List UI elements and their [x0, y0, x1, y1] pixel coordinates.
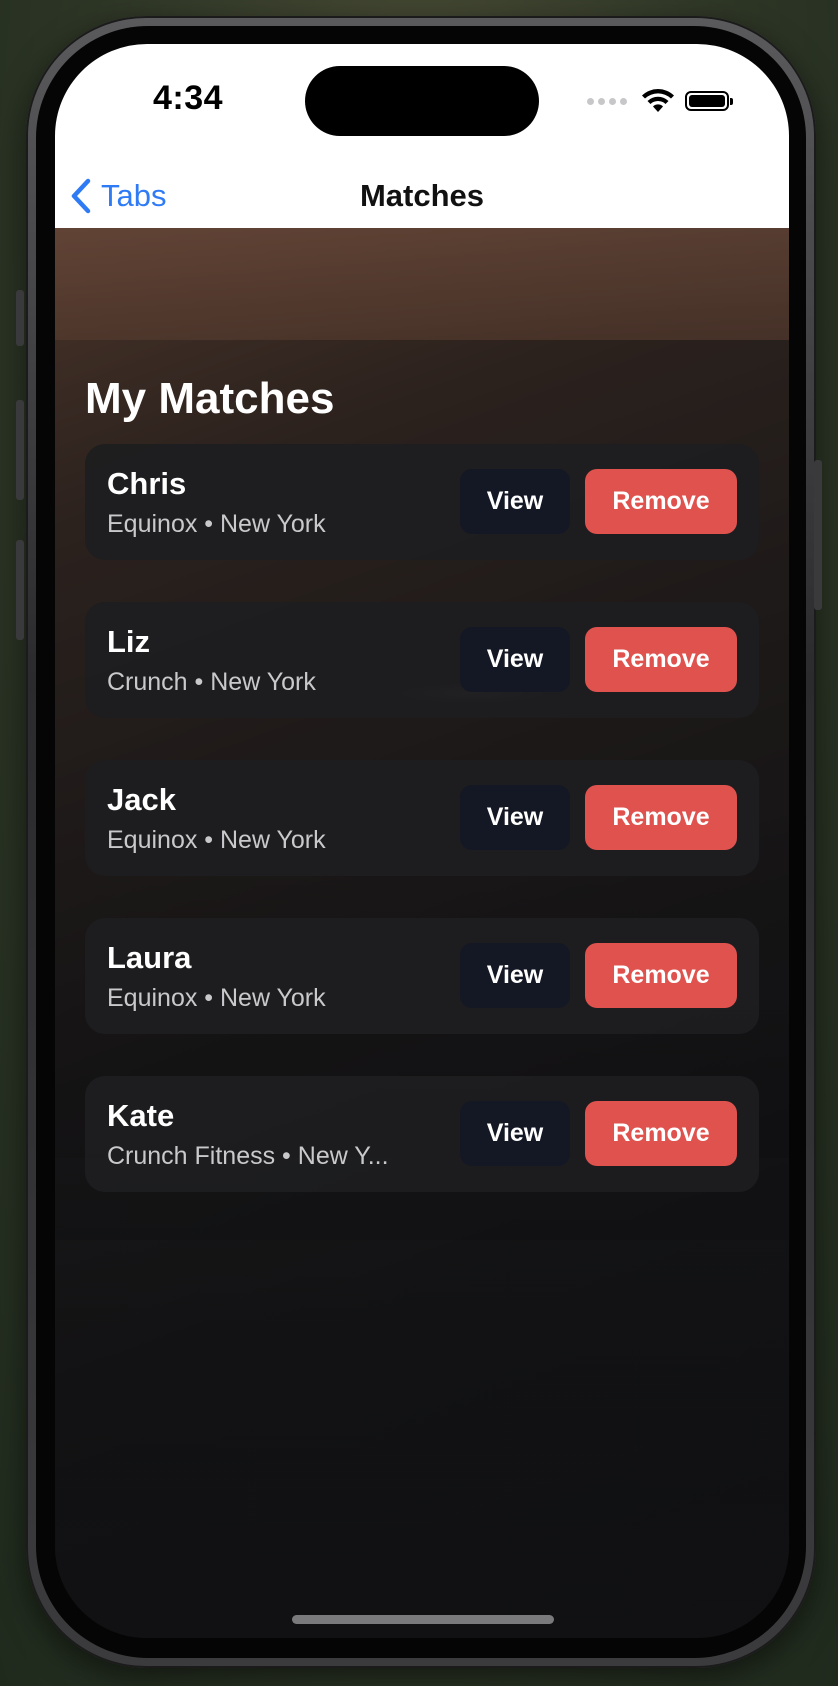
side-button-action: [16, 290, 24, 346]
match-card: Kate Crunch Fitness • New Y... View Remo…: [85, 1076, 759, 1192]
match-name: Chris: [107, 466, 187, 501]
status-time: 4:34: [153, 79, 224, 117]
match-name: Laura: [107, 940, 192, 975]
view-button[interactable]: View: [460, 785, 570, 850]
background-photo-beam: [55, 228, 789, 340]
match-card: Chris Equinox • New York View Remove: [85, 444, 759, 560]
side-button-volume-up: [16, 400, 24, 500]
view-button[interactable]: View: [460, 1101, 570, 1166]
back-button-label: Tabs: [101, 178, 167, 213]
side-button-volume-down: [16, 540, 24, 640]
view-button[interactable]: View: [460, 943, 570, 1008]
section-title: My Matches: [85, 374, 335, 423]
phone-screen: 4:34 Tabs Matches My Matches Chris Equin…: [55, 44, 789, 1638]
chevron-left-icon: [71, 178, 91, 214]
match-card: Laura Equinox • New York View Remove: [85, 918, 759, 1034]
home-indicator[interactable]: [292, 1615, 554, 1624]
side-button-power: [814, 460, 822, 610]
match-card: Jack Equinox • New York View Remove: [85, 760, 759, 876]
match-name: Liz: [107, 624, 151, 659]
cellular-signal-icon: [587, 97, 627, 105]
view-button[interactable]: View: [460, 627, 570, 692]
back-button[interactable]: Tabs: [69, 164, 166, 228]
wifi-icon: [642, 89, 674, 112]
status-icons: [587, 88, 733, 114]
remove-button[interactable]: Remove: [585, 785, 737, 850]
battery-icon: [685, 91, 733, 111]
remove-button[interactable]: Remove: [585, 943, 737, 1008]
match-gym-location: Crunch • New York: [107, 668, 316, 696]
match-card: Liz Crunch • New York View Remove: [85, 602, 759, 718]
match-gym-location: Equinox • New York: [107, 984, 326, 1012]
dynamic-island: [305, 66, 539, 136]
match-gym-location: Equinox • New York: [107, 826, 326, 854]
remove-button[interactable]: Remove: [585, 469, 737, 534]
match-gym-location: Equinox • New York: [107, 510, 326, 538]
navigation-bar: Tabs Matches: [55, 164, 789, 228]
match-name: Kate: [107, 1098, 175, 1133]
matches-list: Chris Equinox • New York View Remove Liz…: [85, 444, 759, 1234]
remove-button[interactable]: Remove: [585, 627, 737, 692]
match-name: Jack: [107, 782, 176, 817]
remove-button[interactable]: Remove: [585, 1101, 737, 1166]
match-gym-location: Crunch Fitness • New Y...: [107, 1142, 389, 1170]
top-bar: 4:34 Tabs Matches: [55, 44, 789, 228]
view-button[interactable]: View: [460, 469, 570, 534]
